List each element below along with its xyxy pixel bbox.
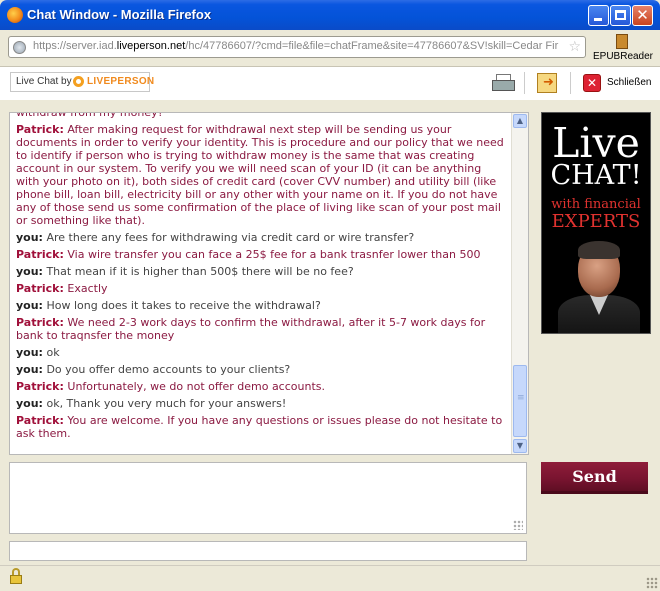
chat-message: Patrick: withdraw from my money? [16, 112, 506, 119]
liveperson-wordmark: LIVEPERSON [87, 76, 155, 87]
chat-message: you: That mean if it is higher than 500$… [16, 265, 506, 278]
send-button[interactable]: Send [541, 462, 648, 494]
printer-icon[interactable] [492, 74, 515, 92]
window-resize-grip-icon[interactable] [646, 577, 658, 589]
close-window-button[interactable]: ✕ [632, 5, 653, 26]
banner-chat-text: CHAT! [550, 160, 642, 191]
window-title: Chat Window - Mozilla Firefox [27, 7, 212, 22]
transcript-scrollbar[interactable]: ▲ ▼ [511, 113, 528, 454]
chat-message: you: Do you offer demo accounts to your … [16, 363, 506, 376]
visitor-name: you: [16, 346, 43, 359]
lock-icon[interactable] [10, 568, 22, 584]
url-path: /hc/47786607/?cmd=file&file=chatFrame&si… [185, 40, 559, 52]
epub-reader-button[interactable]: EPUBReader [590, 32, 656, 64]
minimize-button[interactable] [588, 5, 609, 26]
agent-name: Patrick: [16, 316, 64, 329]
banner-live-text: Live [552, 119, 640, 167]
message-text: Are there any fees for withdrawing via c… [42, 231, 415, 244]
maximize-icon [615, 10, 626, 20]
book-icon [616, 34, 628, 49]
agent-name: Patrick: [16, 380, 64, 393]
firefox-icon [7, 7, 23, 23]
live-chat-experts-banner[interactable]: Live CHAT! with financial EXPERTS [541, 112, 651, 334]
chat-message: Patrick: We need 2-3 work days to confir… [16, 316, 506, 342]
message-text: You are welcome. If you have any questio… [16, 414, 503, 440]
minimize-icon [594, 18, 602, 21]
toolbar-divider [570, 72, 571, 94]
message-text: ok, Thank you very much for your answers… [42, 397, 287, 410]
chat-message: you: ok, Thank you very much for your an… [16, 397, 506, 410]
visitor-name: you: [16, 363, 43, 376]
chat-transcript[interactable]: Patrick: withdraw from my money?Patrick:… [9, 112, 529, 455]
scroll-down-icon[interactable]: ▼ [513, 439, 527, 453]
status-bar [0, 565, 660, 591]
live-chat-by-label: Live Chat by [16, 76, 72, 87]
banner-with-text: with financial [551, 197, 641, 212]
liveperson-logo[interactable]: Live Chat by LIVEPERSON [10, 72, 154, 92]
close-icon: ✕ [636, 6, 649, 24]
url-domain: liveperson.net [116, 40, 186, 52]
close-chat-label[interactable]: Schließen [607, 77, 651, 88]
chat-message: Patrick: Exactly [16, 282, 506, 295]
resize-grip-icon[interactable] [513, 520, 523, 530]
agent-name: Patrick: [16, 123, 64, 136]
message-text: Unfortunately, we do not offer demo acco… [63, 380, 325, 393]
message-text: withdraw from my money? [16, 112, 164, 119]
chat-message: you: Are there any fees for withdrawing … [16, 231, 506, 244]
chat-message: Patrick: Unfortunately, we do not offer … [16, 380, 506, 393]
message-text: That mean if it is higher than 500$ ther… [42, 265, 354, 278]
chat-message: you: How long does it takes to receive t… [16, 299, 506, 312]
visitor-name: you: [16, 299, 43, 312]
visitor-name: you: [16, 397, 43, 410]
agent-name: Patrick: [16, 282, 64, 295]
visitor-name: you: [16, 265, 43, 278]
message-text: We need 2-3 work days to confirm the wit… [16, 316, 486, 342]
message-list: Patrick: withdraw from my money?Patrick:… [16, 112, 506, 444]
chat-message: Patrick: After making request for withdr… [16, 123, 506, 227]
chat-message: you: ok [16, 346, 506, 359]
epub-reader-label: EPUBReader [592, 51, 654, 62]
agent-name: Patrick: [16, 414, 64, 427]
chat-message: Patrick: Via wire transfer you can face … [16, 248, 506, 261]
banner-experts-text: EXPERTS [551, 211, 641, 232]
url-bar[interactable]: https://server.iad.liveperson.net/hc/477… [8, 36, 586, 58]
visitor-name: you: [16, 231, 43, 244]
expert-photo [554, 239, 642, 333]
close-icon[interactable]: ✕ [583, 74, 601, 92]
message-text: After making request for withdrawal next… [16, 123, 504, 227]
url-prefix: https://server.iad. [33, 40, 117, 52]
message-input[interactable] [9, 462, 527, 534]
message-text: How long does it takes to receive the wi… [42, 299, 321, 312]
toolbar-divider [524, 72, 525, 94]
url-text[interactable]: https://server.iad.liveperson.net/hc/477… [33, 40, 558, 52]
maximize-button[interactable] [610, 5, 631, 26]
message-text: Via wire transfer you can face a 25$ fee… [63, 248, 481, 261]
globe-icon [13, 41, 26, 54]
message-text: Do you offer demo accounts to your clien… [42, 363, 291, 376]
navigation-bar: https://server.iad.liveperson.net/hc/477… [0, 30, 660, 67]
scroll-up-icon[interactable]: ▲ [513, 114, 527, 128]
email-field[interactable] [9, 541, 527, 561]
liveperson-circle-icon [73, 76, 84, 87]
agent-name: Patrick: [16, 248, 64, 261]
message-text: ok [42, 346, 60, 359]
title-bar: Chat Window - Mozilla Firefox ✕ [0, 0, 660, 30]
star-icon[interactable]: ☆ [568, 39, 581, 55]
scrollbar-thumb[interactable] [513, 365, 527, 437]
message-text: Exactly [63, 282, 108, 295]
export-icon[interactable]: ➜ [537, 73, 557, 93]
chat-message: Patrick: You are welcome. If you have an… [16, 414, 506, 440]
